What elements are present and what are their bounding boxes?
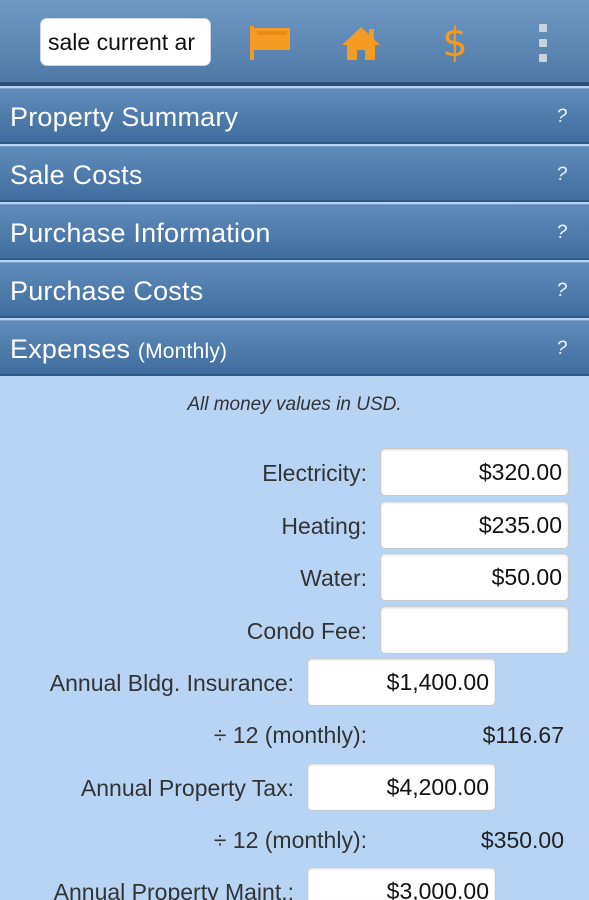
section-property-summary[interactable]: Property Summary ? bbox=[0, 88, 589, 144]
tax-monthly-value: $350.00 bbox=[480, 827, 564, 853]
section-subtitle: (Monthly) bbox=[137, 340, 228, 363]
section-expenses[interactable]: Expenses (Monthly) ? bbox=[0, 320, 589, 376]
help-button[interactable]: ? bbox=[556, 321, 567, 377]
help-button[interactable]: ? bbox=[556, 147, 567, 203]
annual-tax-field[interactable]: $4,200.00 bbox=[307, 763, 496, 811]
section-title-text: Expenses bbox=[10, 334, 131, 364]
annual-insurance-label: Annual Bldg. Insurance: bbox=[49, 670, 294, 696]
heating-field[interactable]: $235.00 bbox=[380, 501, 569, 549]
dollar-icon[interactable]: $ bbox=[432, 20, 478, 66]
electricity-field[interactable]: $320.00 bbox=[380, 448, 569, 496]
overflow-menu-icon[interactable] bbox=[520, 20, 566, 66]
insurance-monthly-label: ÷ 12 (monthly): bbox=[213, 722, 367, 748]
heating-label: Heating: bbox=[281, 513, 367, 539]
help-button[interactable]: ? bbox=[556, 89, 567, 145]
annual-maint-label: Annual Property Maint.: bbox=[53, 879, 294, 900]
electricity-label: Electricity: bbox=[262, 460, 367, 486]
annual-insurance-field[interactable]: $1,400.00 bbox=[307, 658, 496, 706]
annual-tax-label: Annual Property Tax: bbox=[80, 775, 294, 801]
section-title: Sale Costs bbox=[10, 160, 143, 190]
water-label: Water: bbox=[300, 565, 367, 591]
section-title: Purchase Costs bbox=[10, 276, 204, 306]
tax-monthly-label: ÷ 12 (monthly): bbox=[213, 827, 367, 853]
section-purchase-information[interactable]: Purchase Information ? bbox=[0, 204, 589, 260]
section-title: Property Summary bbox=[10, 102, 239, 132]
section-sale-costs[interactable]: Sale Costs ? bbox=[0, 146, 589, 202]
flag-icon[interactable] bbox=[248, 20, 294, 66]
section-title: Purchase Information bbox=[10, 218, 271, 248]
section-purchase-costs[interactable]: Purchase Costs ? bbox=[0, 262, 589, 318]
condo-fee-label: Condo Fee: bbox=[246, 618, 367, 644]
help-button[interactable]: ? bbox=[556, 263, 567, 319]
app-toolbar: sale current ar $ bbox=[0, 0, 589, 86]
search-input[interactable]: sale current ar bbox=[40, 18, 211, 66]
currency-note: All money values in USD. bbox=[187, 394, 402, 415]
section-title: Expenses (Monthly) bbox=[10, 321, 227, 380]
condo-fee-field[interactable] bbox=[380, 606, 569, 654]
insurance-monthly-value: $116.67 bbox=[482, 722, 564, 748]
water-field[interactable]: $50.00 bbox=[380, 553, 569, 601]
annual-maint-field[interactable]: $3,000.00 bbox=[307, 867, 496, 900]
help-button[interactable]: ? bbox=[556, 205, 567, 261]
home-icon[interactable] bbox=[338, 20, 384, 66]
